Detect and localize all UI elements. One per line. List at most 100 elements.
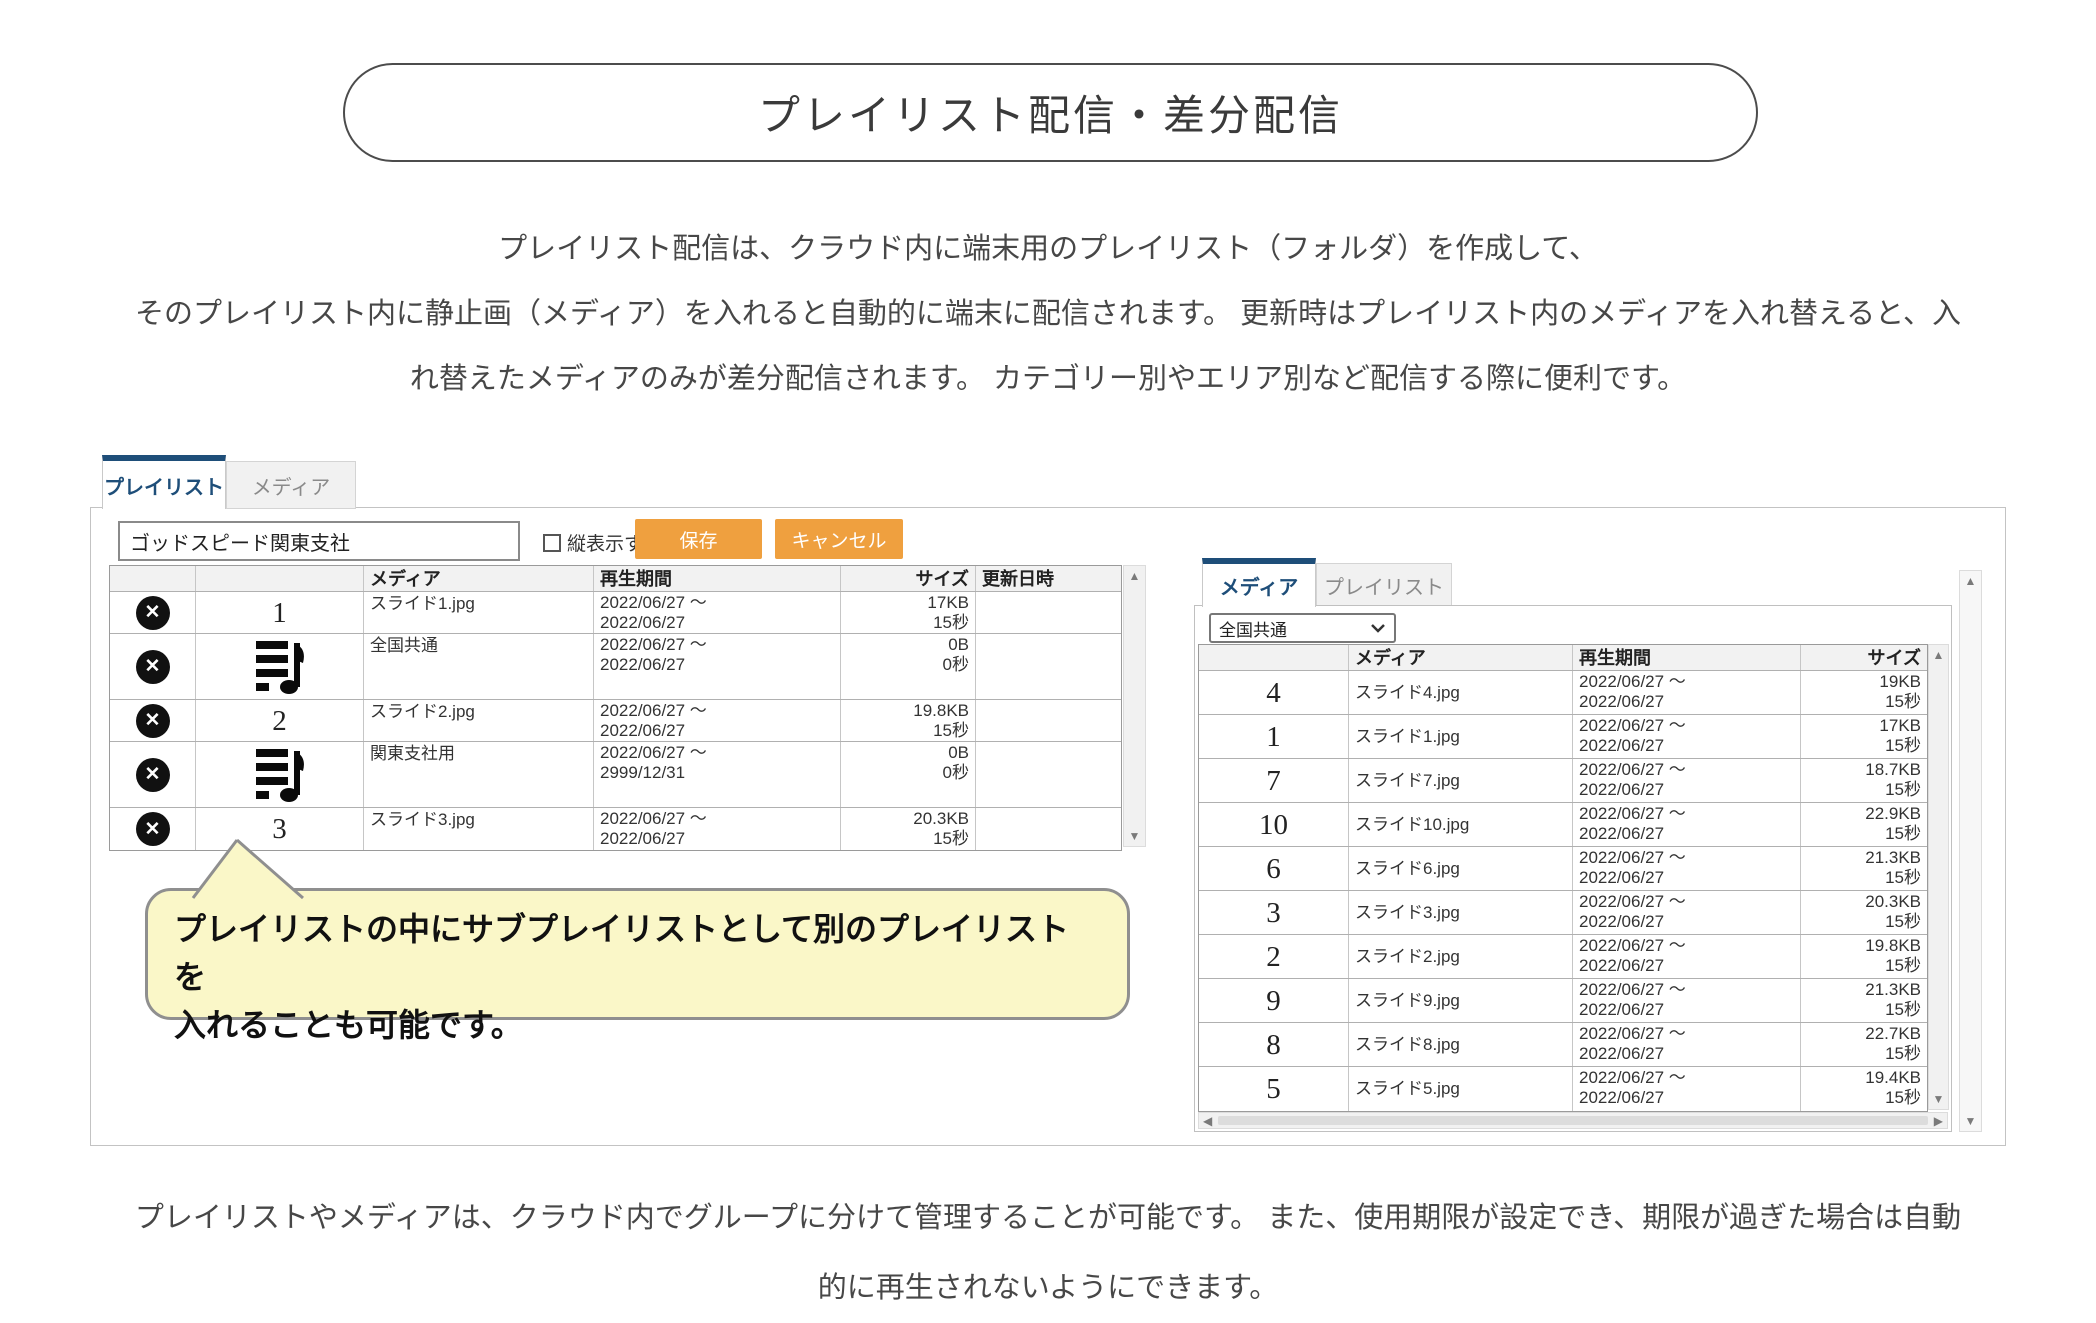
size-cell: 19.8KB15秒 xyxy=(841,700,976,741)
table-row: 8 スライド8.jpg 2022/06/27 ～2022/06/27 22.7K… xyxy=(1199,1023,1927,1067)
media-table-hscrollbar[interactable]: ◀ ▶ xyxy=(1198,1112,1948,1129)
play-period: 2022/06/27 ～2022/06/27 xyxy=(1573,891,1801,934)
table-header-row: メディア 再生期間 サイズ 更新日時 xyxy=(110,566,1121,592)
save-button-label: 保存 xyxy=(679,526,717,553)
order-number: 2 xyxy=(1266,947,1281,967)
tab-label: プレイリスト xyxy=(1324,571,1444,600)
media-name: スライド2.jpg xyxy=(364,700,594,741)
size-cell: 0B0秒 xyxy=(841,634,976,699)
group-select[interactable]: 全国共通 xyxy=(1209,613,1396,643)
play-period: 2022/06/27 ～2022/06/27 xyxy=(1573,1067,1801,1111)
playlist-table-scrollbar[interactable]: ▲ ▼ xyxy=(1123,565,1146,847)
page-title-text: プレイリスト配信・差分配信 xyxy=(758,82,1343,143)
hscrollbar-thumb[interactable] xyxy=(1218,1116,1928,1125)
order-number: 8 xyxy=(1266,1035,1281,1055)
play-period: 2022/06/27 ～2022/06/27 xyxy=(1573,671,1801,714)
x-circle-icon: ✕ xyxy=(145,711,161,730)
scroll-down-icon[interactable]: ▼ xyxy=(1965,1114,1977,1128)
size-cell: 19KB15秒 xyxy=(1801,671,1927,714)
media-name: スライド8.jpg xyxy=(1349,1023,1573,1066)
x-circle-icon: ✕ xyxy=(145,603,161,622)
scroll-down-icon[interactable]: ▼ xyxy=(1933,1092,1945,1106)
media-table: メディア 再生期間 サイズ 4 スライド4.jpg 2022/06/27 ～20… xyxy=(1198,644,1928,1112)
tab-playlist-right[interactable]: プレイリスト xyxy=(1316,563,1452,607)
vertical-display-checkbox[interactable] xyxy=(543,534,561,552)
play-period: 2022/06/27 ～2022/06/27 xyxy=(594,634,841,699)
play-period: 2022/06/27 ～2022/06/27 xyxy=(1573,715,1801,758)
tab-media-right[interactable]: メディア xyxy=(1202,558,1316,607)
order-number: 6 xyxy=(1266,859,1281,879)
window-scrollbar[interactable]: ▲ ▼ xyxy=(1959,570,1982,1132)
x-circle-icon: ✕ xyxy=(145,765,161,784)
table-row: 7 スライド7.jpg 2022/06/27 ～2022/06/27 18.7K… xyxy=(1199,759,1927,803)
remove-item-button[interactable]: ✕ xyxy=(136,596,170,630)
playlist-name-input[interactable] xyxy=(118,521,520,561)
media-name: スライド1.jpg xyxy=(364,592,594,633)
size-cell: 21.3KB15秒 xyxy=(1801,979,1927,1022)
order-number: 9 xyxy=(1266,991,1281,1011)
scroll-up-icon[interactable]: ▲ xyxy=(1129,569,1141,583)
table-row: 10 スライド10.jpg 2022/06/27 ～2022/06/27 22.… xyxy=(1199,803,1927,847)
header-size: サイズ xyxy=(1801,645,1927,670)
header-media: メディア xyxy=(364,566,594,591)
tab-playlist[interactable]: プレイリスト xyxy=(102,455,226,509)
header-order xyxy=(1199,645,1349,670)
callout-pointer xyxy=(185,838,325,900)
header-size: サイズ xyxy=(841,566,976,591)
header-period: 再生期間 xyxy=(1573,645,1801,670)
size-cell: 20.3KB15秒 xyxy=(841,808,976,850)
remove-item-button[interactable]: ✕ xyxy=(136,650,170,684)
media-name: 関東支社用 xyxy=(364,742,594,807)
play-period: 2022/06/27 ～2022/06/27 xyxy=(1573,935,1801,978)
media-name: スライド6.jpg xyxy=(1349,847,1573,890)
scroll-up-icon[interactable]: ▲ xyxy=(1933,648,1945,662)
media-name: スライド7.jpg xyxy=(1349,759,1573,802)
remove-item-button[interactable]: ✕ xyxy=(136,704,170,738)
media-name: スライド9.jpg xyxy=(1349,979,1573,1022)
order-number: 4 xyxy=(1266,683,1281,703)
play-period: 2022/06/27 ～2022/06/27 xyxy=(594,808,841,850)
updated-cell xyxy=(976,592,1121,633)
size-cell: 21.3KB15秒 xyxy=(1801,847,1927,890)
order-number: 3 xyxy=(272,819,287,839)
size-cell: 19.8KB15秒 xyxy=(1801,935,1927,978)
media-name: スライド2.jpg xyxy=(1349,935,1573,978)
scroll-down-icon[interactable]: ▼ xyxy=(1129,829,1141,843)
order-number: 3 xyxy=(1266,903,1281,923)
remove-item-button[interactable]: ✕ xyxy=(136,758,170,792)
updated-cell xyxy=(976,742,1121,807)
callout-bubble: プレイリストの中にサブプレイリストとして別のプレイリストを 入れることも可能です… xyxy=(145,888,1130,1020)
play-period: 2022/06/27 ～2022/06/27 xyxy=(594,592,841,633)
playlist-icon xyxy=(254,639,306,695)
playlist-icon xyxy=(254,747,306,803)
save-button[interactable]: 保存 xyxy=(635,519,762,559)
scroll-up-icon[interactable]: ▲ xyxy=(1965,574,1977,588)
header-media: メディア xyxy=(1349,645,1573,670)
scroll-left-icon[interactable]: ◀ xyxy=(1203,1114,1212,1128)
size-cell: 20.3KB15秒 xyxy=(1801,891,1927,934)
x-circle-icon: ✕ xyxy=(145,657,161,676)
intro-paragraph: プレイリスト配信は、クラウド内に端末用のプレイリスト（フォルダ）を作成して、 そ… xyxy=(0,217,2096,412)
x-circle-icon: ✕ xyxy=(145,820,161,839)
table-row: 2 スライド2.jpg 2022/06/27 ～2022/06/27 19.8K… xyxy=(1199,935,1927,979)
callout-text: 入れることも可能です。 xyxy=(174,1001,1101,1049)
play-period: 2022/06/27 ～2999/12/31 xyxy=(594,742,841,807)
scroll-right-icon[interactable]: ▶ xyxy=(1934,1114,1943,1128)
play-period: 2022/06/27 ～2022/06/27 xyxy=(1573,847,1801,890)
size-cell: 17KB15秒 xyxy=(1801,715,1927,758)
remove-item-button[interactable]: ✕ xyxy=(136,812,170,846)
table-row: 9 スライド9.jpg 2022/06/27 ～2022/06/27 21.3K… xyxy=(1199,979,1927,1023)
tab-media[interactable]: メディア xyxy=(226,461,356,509)
media-table-scrollbar[interactable]: ▲ ▼ xyxy=(1928,644,1949,1110)
media-name: スライド3.jpg xyxy=(364,808,594,850)
media-name: スライド5.jpg xyxy=(1349,1067,1573,1111)
play-period: 2022/06/27 ～2022/06/27 xyxy=(594,700,841,741)
size-cell: 22.7KB15秒 xyxy=(1801,1023,1927,1066)
callout-text: プレイリストの中にサブプレイリストとして別のプレイリストを xyxy=(174,905,1101,1001)
cancel-button[interactable]: キャンセル xyxy=(775,519,903,559)
table-row: 4 スライド4.jpg 2022/06/27 ～2022/06/27 19KB1… xyxy=(1199,671,1927,715)
table-row: ✕ 2 スライド2.jpg 2022/06/27 ～2022/06/27 19.… xyxy=(110,700,1121,742)
updated-cell xyxy=(976,808,1121,850)
group-select-value: 全国共通 xyxy=(1219,616,1287,641)
header-period: 再生期間 xyxy=(594,566,841,591)
